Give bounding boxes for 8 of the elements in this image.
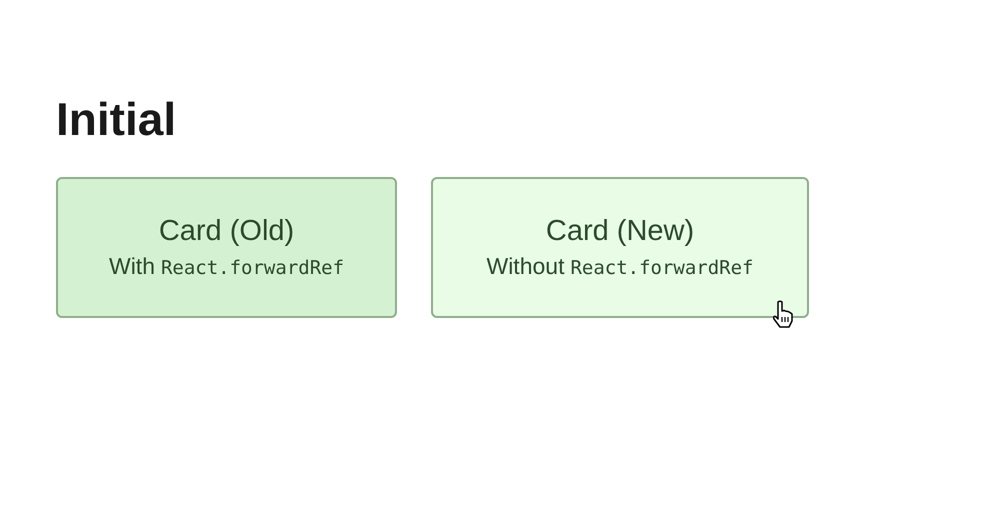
card-title: Card (New) <box>546 214 694 249</box>
card-title: Card (Old) <box>158 214 294 249</box>
card[interactable]: Card (Old) With React.forwardRef <box>56 176 397 318</box>
code-text: React.forwardRef <box>570 256 754 279</box>
card-description: With <box>108 252 155 280</box>
code-text: React.forwardRef <box>160 256 344 279</box>
section-heading: Initial <box>56 94 178 145</box>
card-description: Without <box>486 252 564 280</box>
